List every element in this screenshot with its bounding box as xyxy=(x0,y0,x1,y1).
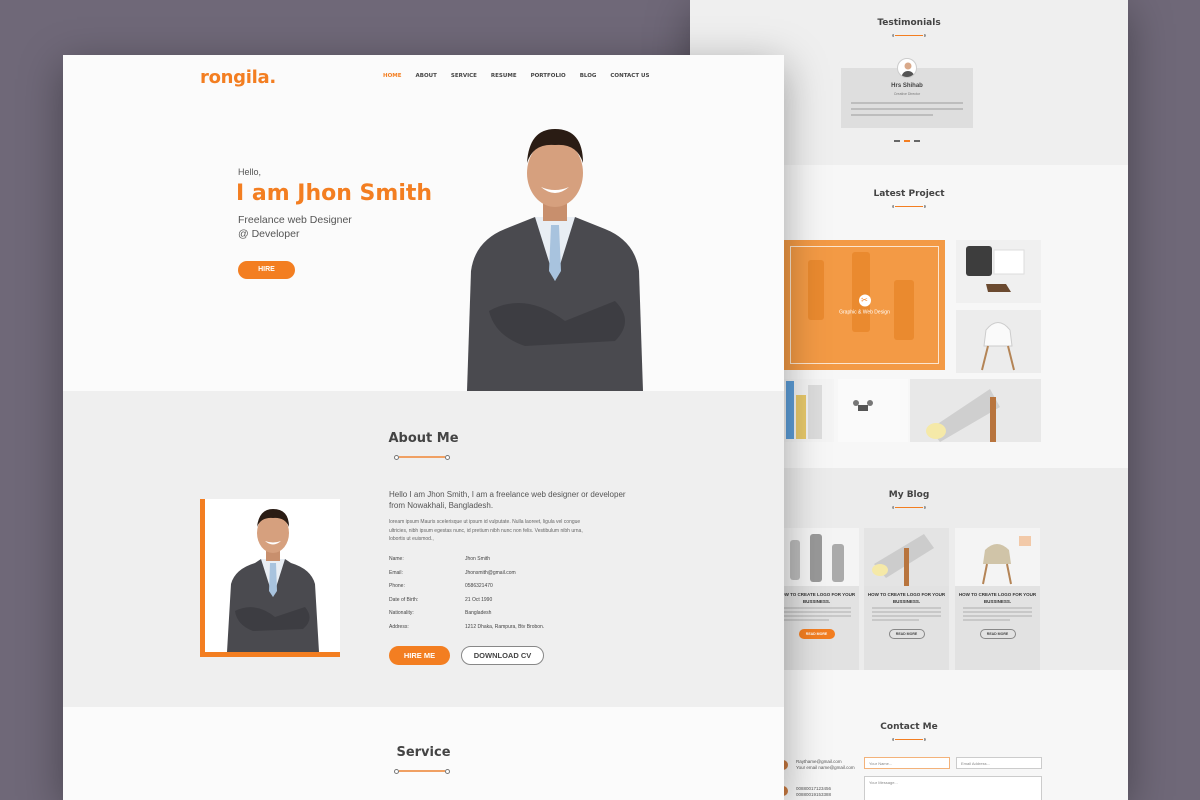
nav-contact[interactable]: CONTACT US xyxy=(610,73,649,79)
link-icon: ✂ xyxy=(858,294,871,307)
read-more-button[interactable]: READ MORE xyxy=(979,629,1016,639)
nav-resume[interactable]: RESUME xyxy=(491,73,517,79)
testimonial-text-line xyxy=(851,108,963,110)
nav-home[interactable]: HOME xyxy=(383,73,402,79)
blog-card[interactable]: HOW TO CREATE LOGO FOR YOUR BUSSINESS. R… xyxy=(955,528,1040,672)
blog-card-image xyxy=(864,528,949,586)
pager-dot[interactable] xyxy=(894,140,900,142)
detail-row-email: Email: Jhonsmith@gmail.com xyxy=(389,570,516,576)
name-field[interactable]: Your Name... xyxy=(864,757,950,769)
about-portrait xyxy=(200,499,340,657)
hero-greeting: Hello, xyxy=(238,167,262,177)
read-more-button[interactable]: READ MORE xyxy=(798,629,835,639)
section-divider xyxy=(394,455,450,460)
nav-blog[interactable]: BLOG xyxy=(580,73,597,79)
project-tile-lamp[interactable] xyxy=(910,379,1041,442)
blog-card[interactable]: HOW TO CREATE LOGO FOR YOUR BUSSINESS. R… xyxy=(864,528,949,672)
blog-card[interactable]: HOW TO CREATE LOGO FOR YOUR BUSSINESS. R… xyxy=(774,528,859,672)
service-title: Service xyxy=(396,745,451,760)
project-tile-drone[interactable] xyxy=(838,379,908,442)
email-field[interactable]: Email Address... xyxy=(956,757,1042,769)
blog-card-title: HOW TO CREATE LOGO FOR YOUR BUSSINESS. xyxy=(777,592,856,604)
testimonials-title: Testimonials xyxy=(877,18,941,28)
blog-card-title: HOW TO CREATE LOGO FOR YOUR BUSSINESS. xyxy=(867,592,946,604)
testimonial-name: Hrs Shihab xyxy=(891,83,923,89)
project-tile-clothes[interactable] xyxy=(956,240,1041,303)
about-body: loream ipsum Mauris scelerisque ut ipsum… xyxy=(389,519,583,542)
section-divider xyxy=(394,769,450,774)
read-more-button[interactable]: READ MORE xyxy=(888,629,925,639)
hero-portrait xyxy=(465,121,645,391)
testimonial-text-line xyxy=(851,114,933,116)
testimonial-pager[interactable] xyxy=(894,140,920,142)
contact-phone-info: 00880017123456 00880019153388 xyxy=(796,786,832,797)
section-divider xyxy=(892,205,926,208)
hire-me-button[interactable]: HIRE ME xyxy=(389,646,450,665)
pager-dot[interactable] xyxy=(914,140,920,142)
testimonial-avatar xyxy=(897,58,917,78)
project-caption: ✂ Graphic & Web Design xyxy=(839,294,890,316)
site-logo[interactable]: rongila. xyxy=(200,67,276,88)
blog-card-title: HOW TO CREATE LOGO FOR YOUR BUSSINESS. xyxy=(958,592,1037,604)
section-divider xyxy=(892,506,926,509)
message-field[interactable]: Your Message... xyxy=(864,776,1042,800)
blog-card-image xyxy=(955,528,1040,586)
testimonial-role: Creative Director xyxy=(893,92,921,96)
pager-dot-active[interactable] xyxy=(904,140,910,142)
main-nav: HOME ABOUT SERVICE RESUME PORTFOLIO BLOG… xyxy=(383,73,649,79)
hire-button[interactable]: HIRE xyxy=(238,261,295,279)
nav-about[interactable]: ABOUT xyxy=(416,73,437,79)
hero-name: I am Jhon Smith xyxy=(236,181,433,206)
blog-card-image xyxy=(774,528,859,586)
nav-portfolio[interactable]: PORTFOLIO xyxy=(531,73,566,79)
section-divider xyxy=(892,34,926,37)
project-tile-chair[interactable] xyxy=(956,310,1041,373)
hero-subtitle: Freelance web Designer @ Developer xyxy=(238,214,352,240)
testimonial-text-line xyxy=(851,102,963,104)
contact-email-info: Raythame@gmail.com Your email name@gmail… xyxy=(796,759,855,770)
front-page-preview: rongila. HOME ABOUT SERVICE RESUME PORTF… xyxy=(63,55,784,800)
about-section: About Me Hello I am Jhon Smith, I am a f… xyxy=(63,391,784,707)
download-cv-button[interactable]: DOWNLOAD CV xyxy=(461,646,544,665)
testimonial-card: Hrs Shihab Creative Director xyxy=(841,58,973,128)
detail-row-phone: Phone: 0586321470 xyxy=(389,583,493,589)
nav-service[interactable]: SERVICE xyxy=(451,73,477,79)
detail-row-address: Address: 1212 Dhaka, Rampura, Btv Brobon. xyxy=(389,624,545,630)
detail-row-name: Name: Jhon Smith xyxy=(389,556,491,562)
about-lead: Hello I am Jhon Smith, I am a freelance … xyxy=(389,490,626,510)
detail-row-dob: Date of Birth: 21 Oct 1990 xyxy=(389,597,493,603)
project-featured-tile[interactable]: ✂ Graphic & Web Design xyxy=(784,240,945,370)
section-divider xyxy=(892,738,926,741)
about-title: About Me xyxy=(388,431,459,446)
detail-row-nationality: Nationality: Bangladesh xyxy=(389,610,492,616)
project-tile-books[interactable] xyxy=(784,379,834,442)
